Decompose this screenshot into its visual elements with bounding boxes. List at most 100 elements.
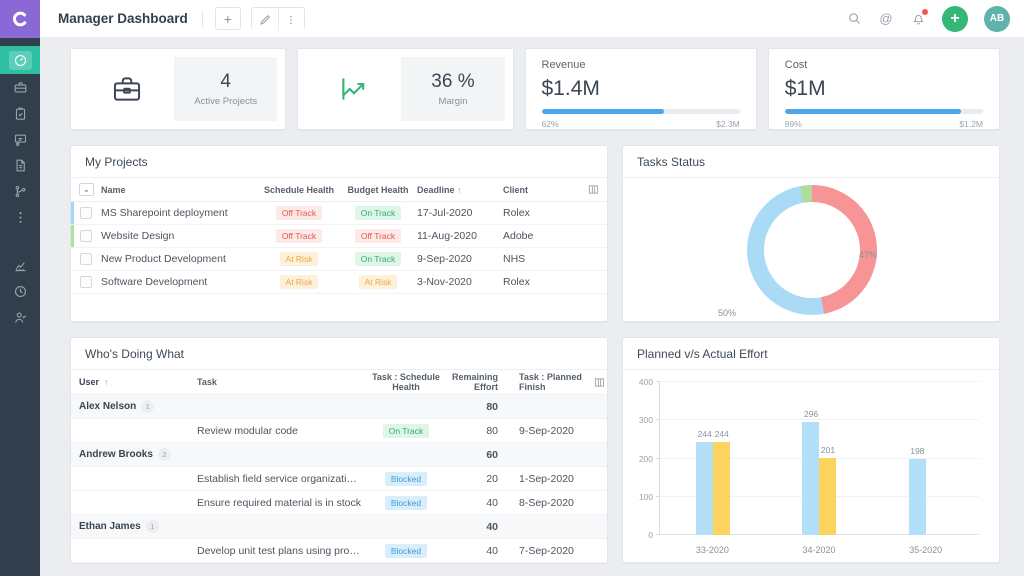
table-row[interactable]: New Product Development At Risk On Track… [71, 248, 607, 271]
col-deadline[interactable]: Deadline ↑ [417, 185, 503, 195]
task-planned-finish: 8-Sep-2020 [516, 497, 609, 509]
sort-asc-icon: ↑ [457, 185, 462, 195]
table-row[interactable]: Software Development At Risk At Risk 3-N… [71, 271, 607, 294]
select-all-dropdown[interactable]: ⌄ [79, 183, 94, 196]
edit-button[interactable] [252, 8, 278, 31]
row-checkbox[interactable] [80, 253, 92, 265]
task-count-badge: 1 [141, 400, 154, 413]
col-task-schedule-health[interactable]: Task : Schedule Health [361, 372, 451, 392]
sidebar-item-tasks[interactable] [0, 100, 40, 126]
sidebar-item-documents[interactable] [0, 152, 40, 178]
col-name[interactable]: Name [99, 185, 259, 195]
notification-dot [922, 9, 928, 15]
revenue-value: $1.4M [542, 77, 740, 101]
task-remaining-effort: 20 [451, 473, 516, 485]
column-picker-button[interactable] [588, 184, 599, 195]
notifications-button[interactable] [910, 11, 926, 27]
project-name[interactable]: MS Sharepoint deployment [99, 207, 259, 219]
sidebar-nav [0, 38, 40, 576]
col-user[interactable]: User ↑ [71, 377, 189, 387]
bottom-row: Who's Doing What User ↑ Task Task : Sche… [70, 337, 1000, 563]
col-remaining-effort[interactable]: Remaining Effort [451, 372, 516, 392]
whos-doing-what-panel: Who's Doing What User ↑ Task Task : Sche… [70, 337, 608, 563]
top-bar: Manager Dashboard + @ [0, 0, 1024, 38]
margin-icon-zone [306, 72, 401, 106]
col-task[interactable]: Task [189, 377, 361, 387]
margin-value-box: 36 % Margin [401, 57, 504, 121]
main-content: 4 Active Projects 36 % Margin Revenue $1… [40, 38, 1024, 576]
user-group-row[interactable]: Andrew Brooks2 60 [71, 443, 607, 467]
wdw-header: Who's Doing What [71, 338, 607, 370]
app-logo[interactable] [0, 0, 40, 38]
project-name[interactable]: Website Design [99, 230, 259, 242]
budget-health-badge: On Track [355, 206, 401, 220]
sidebar-item-time[interactable] [0, 278, 40, 304]
quick-add-button[interactable]: + [942, 6, 968, 32]
sidebar-item-workspace[interactable] [0, 126, 40, 152]
row-checkbox[interactable] [80, 230, 92, 242]
actual-bar[interactable]: 244 [713, 442, 730, 535]
group-remaining-effort: 40 [451, 521, 516, 533]
col-budget-health[interactable]: Budget Health [339, 185, 417, 195]
column-picker-button[interactable] [594, 377, 605, 388]
tasks-status-chart: 47% 50% [623, 178, 999, 322]
task-remaining-effort: 80 [451, 425, 516, 437]
x-axis-label: 35-2020 [896, 545, 956, 555]
revenue-card: Revenue $1.4M 62% $2.3M [525, 48, 757, 130]
sidebar-item-approvals[interactable] [0, 304, 40, 330]
kebab-icon [285, 14, 297, 26]
search-button[interactable] [846, 11, 862, 27]
task-name[interactable]: Ensure required material is in stock [189, 497, 361, 509]
donut-chart[interactable] [747, 185, 877, 315]
budget-health-badge: At Risk [359, 275, 398, 289]
task-name[interactable]: Establish field service organizations [189, 473, 361, 485]
effort-bar-chart[interactable]: 0100200300400244244296201198 33-202034-2… [623, 370, 999, 563]
margin-card: 36 % Margin [297, 48, 513, 130]
cost-progress-track [785, 109, 983, 114]
task-row[interactable]: Ensure required material is in stock Blo… [71, 491, 607, 515]
actual-bar[interactable]: 201 [819, 458, 836, 535]
task-row[interactable]: Review modular code On Track 80 9-Sep-20… [71, 419, 607, 443]
planned-bar[interactable]: 296 [802, 422, 819, 535]
sidebar-item-projects[interactable] [0, 74, 40, 100]
x-axis-label: 33-2020 [682, 545, 742, 555]
my-projects-panel: My Projects ⌄ Name Schedule Health Budge… [70, 145, 608, 322]
y-axis-tick-label: 400 [639, 377, 653, 387]
revenue-progress-track [542, 109, 740, 114]
bar-group-34-2020: 296201 [802, 382, 836, 535]
more-options-button[interactable] [278, 8, 304, 31]
logo-c-icon [10, 9, 30, 29]
task-row[interactable]: Develop unit test plans using product sp… [71, 539, 607, 563]
cost-percent: 89% [785, 119, 802, 129]
planned-bar[interactable]: 244 [696, 442, 713, 535]
table-row[interactable]: Website Design Off Track Off Track 11-Au… [71, 225, 607, 248]
my-projects-header: My Projects [71, 146, 607, 178]
col-schedule-health[interactable]: Schedule Health [259, 185, 339, 195]
cost-value: $1M [785, 77, 983, 101]
planned-bar[interactable]: 198 [909, 459, 926, 535]
project-name[interactable]: Software Development [99, 276, 259, 288]
task-name[interactable]: Develop unit test plans using product sp… [189, 545, 361, 557]
mentions-button[interactable]: @ [878, 11, 894, 27]
project-name[interactable]: New Product Development [99, 253, 259, 265]
table-row[interactable]: MS Sharepoint deployment Off Track On Tr… [71, 202, 607, 225]
add-dashboard-button[interactable]: + [215, 7, 241, 30]
document-icon [13, 158, 28, 173]
sidebar-item-workflow[interactable] [0, 178, 40, 204]
more-dots-icon [13, 210, 28, 225]
task-row[interactable]: Establish field service organizations Bl… [71, 467, 607, 491]
sidebar-item-dashboard[interactable] [0, 46, 40, 74]
bar-value-label: 201 [821, 445, 835, 455]
row-checkbox[interactable] [80, 207, 92, 219]
user-group-row[interactable]: Alex Nelson1 80 [71, 395, 607, 419]
user-group-row[interactable]: Ethan James1 40 [71, 515, 607, 539]
deadline-value: 11-Aug-2020 [417, 230, 503, 242]
sidebar-item-reports[interactable] [0, 252, 40, 278]
y-axis-tick-label: 300 [639, 415, 653, 425]
row-checkbox[interactable] [80, 276, 92, 288]
task-name[interactable]: Review modular code [189, 425, 361, 437]
col-client[interactable]: Client [503, 185, 577, 195]
avatar[interactable]: AB [984, 6, 1010, 32]
y-axis-tick-label: 200 [639, 454, 653, 464]
sidebar-item-more[interactable] [0, 204, 40, 230]
